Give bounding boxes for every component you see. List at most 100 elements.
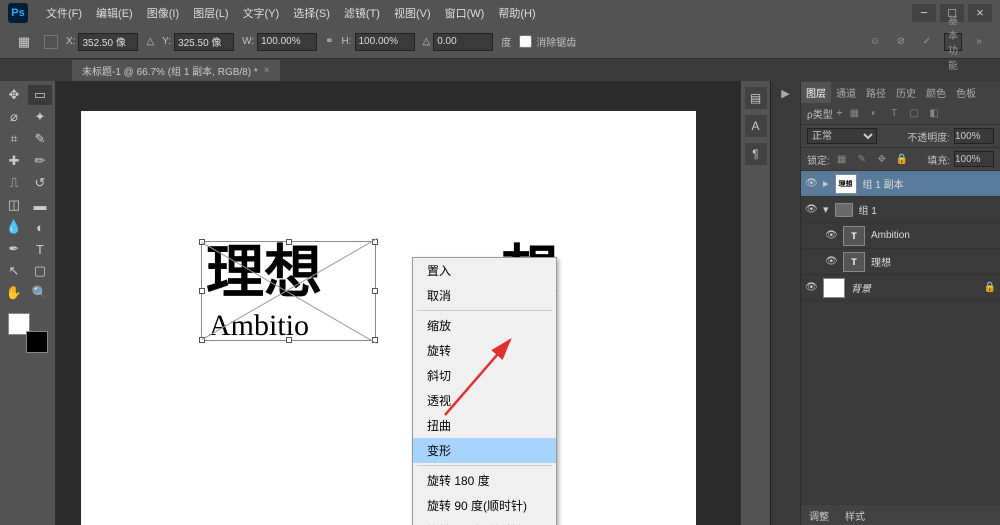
layer-name[interactable]: Ambition bbox=[871, 230, 910, 241]
x-input[interactable] bbox=[78, 33, 138, 51]
ctx-place[interactable]: 置入 bbox=[413, 258, 556, 283]
menu-view[interactable]: 视图(V) bbox=[388, 2, 437, 24]
ctx-warp[interactable]: 变形 bbox=[413, 438, 556, 463]
blur-tool-icon[interactable]: 💧 bbox=[2, 217, 26, 237]
char-panel-icon[interactable]: A bbox=[745, 115, 767, 137]
anchor-grid[interactable] bbox=[44, 35, 58, 49]
menu-help[interactable]: 帮助(H) bbox=[492, 2, 541, 24]
marquee-tool-icon[interactable]: ▭ bbox=[28, 85, 52, 105]
eraser-tool-icon[interactable]: ◫ bbox=[2, 195, 26, 215]
ctx-rotate180[interactable]: 旋转 180 度 bbox=[413, 468, 556, 493]
angle-input[interactable] bbox=[433, 33, 493, 51]
pen-tool-icon[interactable]: ✒ bbox=[2, 239, 26, 259]
filter-pixel-icon[interactable]: ▦ bbox=[846, 107, 862, 121]
filter-adj-icon[interactable]: ◐ bbox=[866, 107, 882, 121]
play-icon[interactable]: ▶ bbox=[781, 87, 789, 100]
chevron-down-icon[interactable]: ▾ bbox=[823, 203, 829, 216]
layer-name[interactable]: 背景 bbox=[851, 280, 871, 295]
fill-input[interactable] bbox=[954, 151, 994, 167]
tab-layers[interactable]: 图层 bbox=[801, 82, 831, 103]
close-tab-icon[interactable]: × bbox=[264, 65, 270, 76]
lock-pixel-icon[interactable]: ✎ bbox=[854, 152, 870, 166]
wand-tool-icon[interactable]: ✦ bbox=[28, 107, 52, 127]
lock-all-icon[interactable]: 🔒 bbox=[894, 152, 910, 166]
tab-color[interactable]: 颜色 bbox=[921, 82, 951, 103]
chevron-right-icon[interactable]: ▸ bbox=[823, 177, 829, 190]
lasso-tool-icon[interactable]: ⌀ bbox=[2, 107, 26, 127]
kind-filter[interactable]: ρ类型 bbox=[807, 106, 833, 121]
antialias-check[interactable]: 消除锯齿 bbox=[519, 34, 576, 49]
link-wh-icon[interactable]: ⚭ bbox=[325, 36, 333, 47]
crop-tool-icon[interactable]: ⌗ bbox=[2, 129, 26, 149]
lock-trans-icon[interactable]: ▦ bbox=[834, 152, 850, 166]
tab-styles[interactable]: 样式 bbox=[837, 505, 873, 525]
tab-channels[interactable]: 通道 bbox=[831, 82, 861, 103]
layer-group-copy[interactable]: 👁 ▸ 理想 组 1 副本 bbox=[801, 171, 1000, 197]
document-tab[interactable]: 未标题-1 @ 66.7% (组 1 副本, RGB/8) * × bbox=[72, 60, 280, 81]
tab-history[interactable]: 历史 bbox=[891, 82, 921, 103]
lock-pos-icon[interactable]: ✥ bbox=[874, 152, 890, 166]
visibility-icon[interactable]: 👁 bbox=[825, 256, 837, 267]
tab-adjustments[interactable]: 调整 bbox=[801, 505, 837, 525]
layer-lixiang[interactable]: 👁 T 理想 bbox=[801, 249, 1000, 275]
workspace-menu-icon[interactable]: » bbox=[970, 33, 988, 51]
menu-layer[interactable]: 图层(L) bbox=[187, 2, 234, 24]
transform-bounds[interactable] bbox=[201, 241, 376, 341]
menu-select[interactable]: 选择(S) bbox=[287, 2, 336, 24]
y-input[interactable] bbox=[174, 33, 234, 51]
tab-swatch[interactable]: 色板 bbox=[951, 82, 981, 103]
share-icon[interactable]: ☺ bbox=[866, 33, 884, 51]
h-input[interactable] bbox=[355, 33, 415, 51]
background-swatch[interactable] bbox=[26, 331, 48, 353]
canvas-area[interactable]: 理想 想 Ambitio tion 置入 取消 缩放 旋转 斜切 透视 扭曲 变… bbox=[56, 81, 740, 525]
layer-background[interactable]: 👁 背景 🔒 bbox=[801, 275, 1000, 301]
reference-point-grid[interactable] bbox=[44, 35, 58, 49]
layer-name[interactable]: 理想 bbox=[871, 254, 891, 269]
blend-mode-select[interactable]: 正常 bbox=[807, 128, 877, 144]
w-input[interactable] bbox=[257, 33, 317, 51]
ctx-rotate90ccw[interactable]: 旋转 90 度(逆时针) bbox=[413, 518, 556, 525]
ctx-cancel[interactable]: 取消 bbox=[413, 283, 556, 308]
type-tool-icon[interactable]: T bbox=[28, 239, 52, 259]
visibility-icon[interactable]: 👁 bbox=[825, 230, 837, 241]
close-button[interactable]: × bbox=[968, 4, 992, 22]
layer-name[interactable]: 组 1 副本 bbox=[863, 176, 904, 191]
filter-smart-icon[interactable]: ◧ bbox=[926, 107, 942, 121]
menu-image[interactable]: 图像(I) bbox=[141, 2, 185, 24]
move-tool-icon[interactable]: ✥ bbox=[2, 85, 26, 105]
menu-file[interactable]: 文件(F) bbox=[40, 2, 88, 24]
brush-tool-icon[interactable]: ✏ bbox=[28, 151, 52, 171]
filter-shape-icon[interactable]: ▢ bbox=[906, 107, 922, 121]
ctx-rotate90cw[interactable]: 旋转 90 度(顺时针) bbox=[413, 493, 556, 518]
link-xy-icon[interactable]: △ bbox=[146, 36, 154, 47]
path-tool-icon[interactable]: ↖ bbox=[2, 261, 26, 281]
layer-ambition[interactable]: 👁 T Ambition bbox=[801, 223, 1000, 249]
zoom-tool-icon[interactable]: 🔍 bbox=[28, 283, 52, 303]
layer-name[interactable]: 组 1 bbox=[859, 202, 877, 217]
antialias-checkbox[interactable] bbox=[519, 35, 532, 48]
layer-group1[interactable]: 👁 ▾ 组 1 bbox=[801, 197, 1000, 223]
menu-filter[interactable]: 滤镜(T) bbox=[338, 2, 386, 24]
minimize-button[interactable]: − bbox=[912, 4, 936, 22]
stamp-tool-icon[interactable]: ⎍ bbox=[2, 173, 26, 193]
shape-tool-icon[interactable]: ▢ bbox=[28, 261, 52, 281]
cancel-icon[interactable]: ⊘ bbox=[892, 33, 910, 51]
history-panel-icon[interactable]: ▤ bbox=[745, 87, 767, 109]
commit-icon[interactable]: ✓ bbox=[918, 33, 936, 51]
menu-window[interactable]: 窗口(W) bbox=[439, 2, 491, 24]
color-swatch[interactable] bbox=[8, 313, 48, 353]
visibility-icon[interactable]: 👁 bbox=[805, 204, 817, 215]
para-panel-icon[interactable]: ¶ bbox=[745, 143, 767, 165]
workspace-button[interactable]: 基本功能 bbox=[944, 33, 962, 51]
menu-edit[interactable]: 编辑(E) bbox=[90, 2, 139, 24]
heal-tool-icon[interactable]: ✚ bbox=[2, 151, 26, 171]
filter-type-icon[interactable]: T bbox=[886, 107, 902, 121]
menu-type[interactable]: 文字(Y) bbox=[237, 2, 286, 24]
opacity-input[interactable] bbox=[954, 128, 994, 144]
tab-paths[interactable]: 路径 bbox=[861, 82, 891, 103]
dodge-tool-icon[interactable]: ◐ bbox=[28, 217, 52, 237]
visibility-icon[interactable]: 👁 bbox=[805, 282, 817, 293]
history-brush-icon[interactable]: ↺ bbox=[28, 173, 52, 193]
hand-tool-icon[interactable]: ✋ bbox=[2, 283, 26, 303]
layer-list[interactable]: 👁 ▸ 理想 组 1 副本 👁 ▾ 组 1 👁 T Ambition 👁 T 理… bbox=[801, 171, 1000, 505]
